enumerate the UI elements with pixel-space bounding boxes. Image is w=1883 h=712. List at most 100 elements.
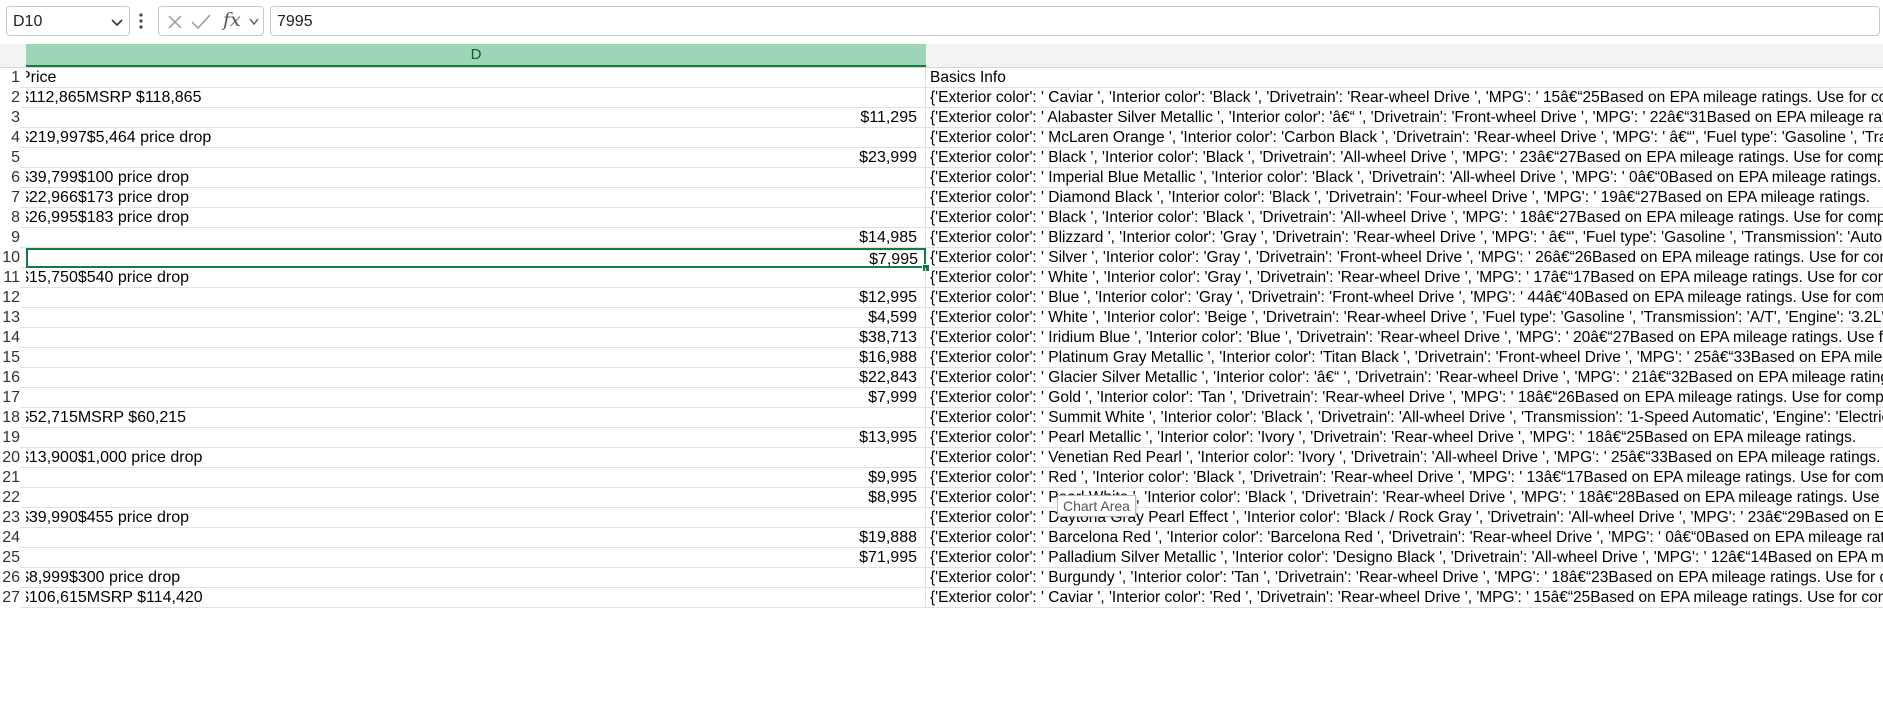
select-all-corner[interactable] (0, 44, 26, 67)
row-header[interactable]: 10 (0, 248, 20, 268)
spreadsheet-grid: 1PriceBasics Info2$112,865MSRP $118,865{… (0, 68, 1883, 712)
row-header[interactable]: 4 (0, 128, 20, 148)
cell-basics-info[interactable]: {'Exterior color': ' White ', 'Interior … (930, 308, 1883, 328)
row-header[interactable]: 26 (0, 568, 20, 588)
row-header[interactable]: 15 (0, 348, 20, 368)
cell-price[interactable]: $106,615MSRP $114,420 (26, 588, 926, 608)
cell-price[interactable]: $219,997$5,464 price drop (26, 128, 926, 148)
cell-price[interactable]: $13,995 (26, 428, 926, 448)
more-options-icon[interactable] (138, 12, 144, 30)
table-row: 17 $7,999 {'Exterior color': ' Gold ', 'In… (0, 388, 1883, 408)
cell-price[interactable]: $14,985 (26, 228, 926, 248)
cell-price[interactable]: $13,900$1,000 price drop (26, 448, 926, 468)
cell-price[interactable]: $12,995 (26, 288, 926, 308)
cell-basics-info[interactable]: {'Exterior color': ' White ', 'Interior … (930, 268, 1883, 288)
cell-price[interactable]: $26,995$183 price drop (26, 208, 926, 228)
row-header[interactable]: 2 (0, 88, 20, 108)
cell-basics-info[interactable]: {'Exterior color': ' Blizzard ', 'Interi… (930, 228, 1883, 248)
insert-function-icon[interactable]: fx (223, 9, 241, 31)
row-header[interactable]: 21 (0, 468, 20, 488)
column-header-e[interactable] (927, 44, 1883, 67)
cell-basics-info[interactable]: {'Exterior color': ' Gold ', 'Interior c… (930, 388, 1883, 408)
cell-basics-info[interactable]: {'Exterior color': ' McLaren Orange ', '… (930, 128, 1883, 148)
cell-basics-info[interactable]: {'Exterior color': ' Caviar ', 'Interior… (930, 588, 1883, 608)
cell-price[interactable]: $7,995 (26, 248, 926, 268)
cell-basics-info[interactable]: {'Exterior color': ' Iridium Blue ', 'In… (930, 328, 1883, 348)
cell-basics-info[interactable]: {'Exterior color': ' Barcelona Red ', 'I… (930, 528, 1883, 548)
cell-basics-info[interactable]: Basics Info (930, 68, 1883, 88)
row-header[interactable]: 12 (0, 288, 20, 308)
cell-basics-info[interactable]: {'Exterior color': ' Glacier Silver Meta… (930, 368, 1883, 388)
row-header[interactable]: 23 (0, 508, 20, 528)
cell-basics-info[interactable]: {'Exterior color': ' Caviar ', 'Interior… (930, 88, 1883, 108)
row-header[interactable]: 6 (0, 168, 20, 188)
row-header[interactable]: 22 (0, 488, 20, 508)
row-header[interactable]: 1 (0, 68, 20, 88)
cell-basics-info[interactable]: {'Exterior color': ' Silver ', 'Interior… (930, 248, 1883, 268)
cell-basics-info[interactable]: {'Exterior color': ' Red ', 'Interior co… (930, 468, 1883, 488)
table-row: 7 $22,966$173 price drop {'Exterior color'… (0, 188, 1883, 208)
cell-basics-info[interactable]: {'Exterior color': ' Palladium Silver Me… (930, 548, 1883, 568)
cell-price[interactable]: $9,995 (26, 468, 926, 488)
cell-basics-info[interactable]: {'Exterior color': ' Burgundy ', 'Interi… (930, 568, 1883, 588)
row-header[interactable]: 17 (0, 388, 20, 408)
column-header-row: D (0, 44, 1883, 68)
chevron-down-icon[interactable] (249, 18, 259, 26)
row-header[interactable]: 19 (0, 428, 20, 448)
table-row: 5 $23,999 {'Exterior color': ' Black ', 'I… (0, 148, 1883, 168)
cell-basics-info[interactable]: {'Exterior color': ' Summit White ', 'In… (930, 408, 1883, 428)
row-header[interactable]: 27 (0, 588, 20, 608)
row-header[interactable]: 8 (0, 208, 20, 228)
formula-input[interactable]: 7995 (270, 6, 1880, 36)
cell-basics-info[interactable]: {'Exterior color': ' Black ', 'Interior … (930, 148, 1883, 168)
cell-price[interactable]: $8,995 (26, 488, 926, 508)
row-header[interactable]: 13 (0, 308, 20, 328)
cell-price[interactable]: $22,843 (26, 368, 926, 388)
row-header[interactable]: 3 (0, 108, 20, 128)
cell-basics-info[interactable]: {'Exterior color': ' Venetian Red Pearl … (930, 448, 1883, 468)
cell-price[interactable]: $7,999 (26, 388, 926, 408)
row-header[interactable]: 24 (0, 528, 20, 548)
cell-price[interactable]: $23,999 (26, 148, 926, 168)
chevron-down-icon[interactable] (111, 19, 123, 27)
cell-basics-info[interactable]: {'Exterior color': ' Diamond Black ', 'I… (930, 188, 1883, 208)
cell-basics-info[interactable]: {'Exterior color': ' Imperial Blue Metal… (930, 168, 1883, 188)
cell-price[interactable]: $39,799$100 price drop (26, 168, 926, 188)
cell-price[interactable]: Price (26, 68, 926, 88)
cell-price[interactable]: $71,995 (26, 548, 926, 568)
cell-price[interactable]: $38,713 (26, 328, 926, 348)
cell-price[interactable]: $112,865MSRP $118,865 (26, 88, 926, 108)
cell-price[interactable]: $11,295 (26, 108, 926, 128)
cell-price[interactable]: $16,988 (26, 348, 926, 368)
cell-basics-info[interactable]: {'Exterior color': ' Black ', 'Interior … (930, 208, 1883, 228)
cell-price[interactable]: $22,966$173 price drop (26, 188, 926, 208)
cell-price[interactable]: $39,990$455 price drop (26, 508, 926, 528)
table-row: 3 $11,295 {'Exterior color': ' Alabaster S… (0, 108, 1883, 128)
cell-basics-info[interactable]: {'Exterior color': ' Platinum Gray Metal… (930, 348, 1883, 368)
row-header[interactable]: 11 (0, 268, 20, 288)
cell-basics-info[interactable]: {'Exterior color': ' Blue ', 'Interior c… (930, 288, 1883, 308)
name-box[interactable]: D10 (6, 6, 130, 36)
cell-basics-info[interactable]: {'Exterior color': ' Alabaster Silver Me… (930, 108, 1883, 128)
cell-price[interactable]: $4,599 (26, 308, 926, 328)
table-row: 22$8,995{'Exterior color': ' Pearl White… (0, 488, 1883, 508)
table-row: 11 $15,750$540 price drop {'Exterior color… (0, 268, 1883, 288)
row-header[interactable]: 7 (0, 188, 20, 208)
cell-price[interactable]: $19,888 (26, 528, 926, 548)
row-header[interactable]: 25 (0, 548, 20, 568)
row-header[interactable]: 14 (0, 328, 20, 348)
row-header[interactable]: 9 (0, 228, 20, 248)
table-row: 8 $26,995$183 price drop {'Exterior color'… (0, 208, 1883, 228)
cell-basics-info[interactable]: {'Exterior color': ' Pearl Metallic ', '… (930, 428, 1883, 448)
row-header[interactable]: 5 (0, 148, 20, 168)
cell-price[interactable]: $15,750$540 price drop (26, 268, 926, 288)
check-icon[interactable] (191, 14, 211, 30)
table-row: 13 $4,599 {'Exterior color': ' White ', 'I… (0, 308, 1883, 328)
row-header[interactable]: 20 (0, 448, 20, 468)
cell-price[interactable]: $52,715MSRP $60,215 (26, 408, 926, 428)
cancel-icon[interactable] (167, 14, 183, 30)
column-header-d[interactable]: D (26, 44, 926, 67)
cell-price[interactable]: $8,999$300 price drop (26, 568, 926, 588)
row-header[interactable]: 18 (0, 408, 20, 428)
row-header[interactable]: 16 (0, 368, 20, 388)
